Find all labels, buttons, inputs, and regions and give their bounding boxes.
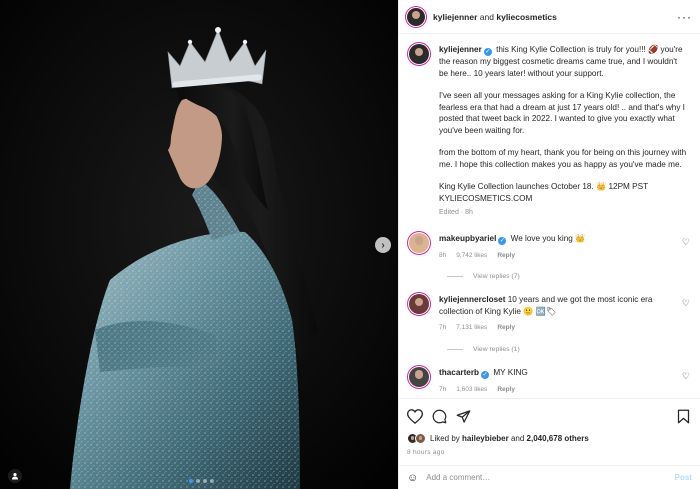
comment-like-icon[interactable]: ♡ <box>682 371 690 382</box>
author-link[interactable]: kyliejenner <box>433 12 477 22</box>
comment-text: MY KING <box>493 367 528 377</box>
verified-badge-icon: ✓ <box>481 370 490 379</box>
reply-button[interactable]: Reply <box>497 324 515 331</box>
post-actions: Liked by haileybieber and 2,040,678 othe… <box>399 398 700 456</box>
add-comment-bar: ☺ Post <box>399 465 700 489</box>
liker-username[interactable]: haileybieber <box>462 434 509 443</box>
reply-button[interactable]: Reply <box>497 252 515 259</box>
post-time: 8 hours ago <box>407 449 445 456</box>
likes-summary: Liked by haileybieber and 2,040,678 othe… <box>407 433 692 444</box>
caption-paragraph: from the bottom of my heart, thank you f… <box>439 148 687 169</box>
replies-divider <box>447 276 463 277</box>
next-slide-button[interactable]: › <box>375 237 391 253</box>
comment-username[interactable]: kyliejennercloset <box>439 295 505 304</box>
share-icon[interactable] <box>456 409 471 424</box>
caption-paragraph: I've seen all your messages asking for a… <box>439 91 685 135</box>
comment-avatar[interactable] <box>409 294 429 314</box>
comment-input[interactable] <box>426 473 675 482</box>
caption-paragraph: King Kylie Collection launches October 1… <box>439 182 649 191</box>
comment-time: 7h <box>439 385 447 393</box>
view-replies-label: View replies (7) <box>473 273 520 280</box>
comment-item: makeupbyariel ✓ We love you king 👑 8h 9,74… <box>409 232 690 262</box>
comment-likes[interactable]: 7,131 likes <box>456 324 487 331</box>
post-caption: kyliejenner ✓ this King Kylie Collection … <box>409 44 690 219</box>
carousel-dot <box>203 479 207 483</box>
comment-text: We love you king 👑 <box>510 233 586 243</box>
emoji-icon[interactable]: ☺ <box>407 472 418 484</box>
verified-badge-icon: ✓ <box>483 48 492 56</box>
comment-likes[interactable]: 1,603 likes <box>456 386 487 393</box>
comment-like-icon[interactable]: ♡ <box>682 237 690 248</box>
more-options-icon[interactable]: ··· <box>677 10 692 24</box>
comment-icon[interactable] <box>432 409 447 424</box>
coauthor-link[interactable]: kyliecosmetics <box>496 12 556 22</box>
verified-badge-icon: ✓ <box>498 236 507 245</box>
chevron-right-icon: › <box>381 239 385 251</box>
post-authors: kyliejenner and kyliecosmetics <box>433 12 557 22</box>
caption-avatar[interactable] <box>409 44 429 64</box>
caption-link[interactable]: KYLIECOSMETICS.COM <box>439 194 532 203</box>
liked-and: and <box>510 434 525 443</box>
replies-divider <box>447 348 463 350</box>
liked-by-label: Liked by <box>430 434 460 443</box>
comment-item: kyliejennercloset 10 years and we got th… <box>409 294 690 334</box>
comment-likes[interactable]: 9,742 likes <box>456 252 487 259</box>
comment-username[interactable]: thacarterb <box>439 368 479 377</box>
like-heart-icon[interactable] <box>407 408 423 424</box>
bookmark-icon[interactable] <box>677 409 690 424</box>
user-tag-icon <box>12 473 18 480</box>
comment-time: 8h <box>439 251 447 259</box>
post-sidebar: kyliejenner and kyliecosmetics ··· kylie… <box>398 0 700 489</box>
comment-username[interactable]: makeupbyariel <box>439 234 496 243</box>
carousel-dot <box>189 479 193 483</box>
user-tag-button[interactable] <box>8 469 22 483</box>
carousel-dot <box>196 479 200 483</box>
comment-item: thacarterb ✓ MY KING 7h 1,603 likes Reply ♡ <box>409 366 690 396</box>
caption-meta: Edited · 8h <box>439 209 473 216</box>
likes-count[interactable]: 2,040,678 others <box>527 434 589 443</box>
comment-avatar[interactable] <box>409 232 429 253</box>
liker-avatar <box>415 433 426 444</box>
carousel-dot <box>210 479 214 483</box>
post-media[interactable]: › <box>0 0 398 489</box>
authors-and: and <box>479 11 494 22</box>
comments-scroll[interactable]: kyliejenner ✓ this King Kylie Collection … <box>399 34 700 398</box>
view-replies-button[interactable]: View replies (1) <box>447 346 690 353</box>
caption-username[interactable]: kyliejenner <box>439 45 482 54</box>
comment-time: 7h <box>439 324 447 331</box>
view-replies-label: View replies (1) <box>473 345 520 353</box>
view-replies-button[interactable]: View replies (7) <box>447 273 690 280</box>
post-header: kyliejenner and kyliecosmetics ··· <box>399 0 700 34</box>
comment-avatar[interactable] <box>409 366 429 387</box>
comment-like-icon[interactable]: ♡ <box>682 298 690 309</box>
carousel-indicator <box>189 479 214 483</box>
post-comment-button[interactable]: Post <box>675 473 692 482</box>
author-avatar[interactable] <box>407 7 425 26</box>
post-photo <box>0 0 398 489</box>
reply-button[interactable]: Reply <box>497 386 515 393</box>
